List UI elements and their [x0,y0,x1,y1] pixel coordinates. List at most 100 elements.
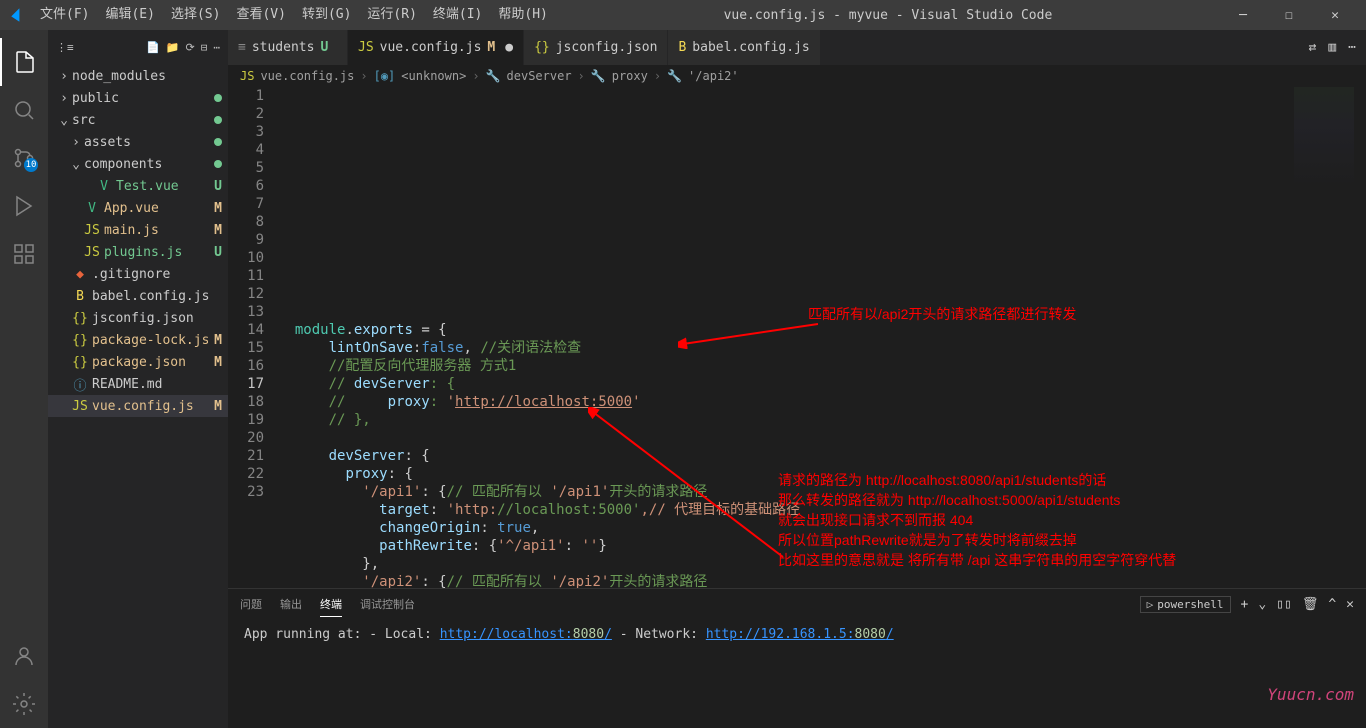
tab-students[interactable]: ≡studentsU [228,30,348,65]
scm-badge: 10 [24,158,38,172]
breadcrumb[interactable]: JS vue.config.js› [◉]<unknown>› 🔧devServ… [228,65,1366,87]
menu-bar: 文件(F) 编辑(E) 选择(S) 查看(V) 转到(G) 运行(R) 终端(I… [32,0,556,30]
extensions-icon[interactable] [0,230,48,278]
panel-tab-debug[interactable]: 调试控制台 [360,592,415,616]
annotation-text-b3: 就会出现接口请求不到而报 404 [778,511,973,529]
file-type-icon: ⓘ [72,375,88,394]
maximize-panel-icon[interactable]: ^ [1328,597,1336,612]
menu-terminal[interactable]: 终端(I) [425,0,490,30]
explorer-title-icon: ⋮≡ [56,41,74,54]
run-debug-icon[interactable] [0,182,48,230]
modified-dot-icon [214,116,222,124]
git-status: M [208,355,228,370]
file-package.json[interactable]: {}package.jsonM [48,351,228,373]
menu-go[interactable]: 转到(G) [294,0,359,30]
minimap[interactable] [1294,87,1354,187]
new-file-icon[interactable]: 📄 [146,41,160,54]
accounts-icon[interactable] [0,632,48,680]
git-status: U [208,245,228,260]
new-folder-icon[interactable]: 📁 [166,41,180,54]
split-terminal-icon[interactable]: ▯▯ [1276,597,1292,612]
modified-dot-icon[interactable]: ● [505,40,513,55]
refresh-icon[interactable]: ⟳ [186,41,195,54]
file-type-icon: JS [84,223,100,238]
terminal-output[interactable]: App running at: - Local: http://localhos… [228,619,1366,728]
more-actions-icon[interactable]: ⋯ [1348,40,1356,55]
file-README.md[interactable]: ⓘREADME.md [48,373,228,395]
modified-dot-icon [214,94,222,102]
file-plugins.js[interactable]: JSplugins.jsU [48,241,228,263]
menu-file[interactable]: 文件(F) [32,0,97,30]
modified-dot-icon [214,138,222,146]
panel-tab-output[interactable]: 输出 [280,592,302,616]
editor-area: ≡studentsUJSvue.config.jsM●{}jsconfig.js… [228,30,1366,728]
file-Test.vue[interactable]: VTest.vueU [48,175,228,197]
split-editor-icon[interactable]: ▥ [1328,40,1336,55]
file-tree: ›node_modules›public⌄src›assets⌄componen… [48,65,228,728]
close-button[interactable]: ✕ [1312,0,1358,30]
sidebar-header: ⋮≡ 📄 📁 ⟳ ⊟ ⋯ [48,30,228,65]
chevron-down-icon: ⌄ [56,113,72,128]
source-control-icon[interactable]: 10 [0,134,48,182]
modified-dot-icon [214,160,222,168]
terminal-dropdown-icon[interactable]: ⌄ [1258,597,1266,612]
chevron-right-icon: › [68,135,84,150]
menu-view[interactable]: 查看(V) [228,0,293,30]
settings-icon[interactable] [0,680,48,728]
editor-content[interactable]: 1234567891011121314151617181920212223 匹配… [228,87,1366,588]
compare-changes-icon[interactable]: ⇄ [1309,40,1317,55]
file-type-icon: B [72,289,88,304]
annotation-text-b5: 比如这里的意思就是 将所有带 /api 这串字符串的用空字符穿代替 [778,551,1176,569]
file-type-icon: JS [84,245,100,260]
file-App.vue[interactable]: VApp.vueM [48,197,228,219]
git-status: M [208,223,228,238]
folder-components[interactable]: ⌄components [48,153,228,175]
file-type-icon: V [84,201,100,216]
code-body[interactable]: 匹配所有以/api2开头的请求路径都进行转发 请求的路径为 http://loc… [278,87,1366,588]
terminal-shell-select[interactable]: ▷powershell [1140,596,1231,613]
file-type-icon: B [678,40,686,55]
more-icon[interactable]: ⋯ [213,41,220,54]
title-bar: 文件(F) 编辑(E) 选择(S) 查看(V) 转到(G) 运行(R) 终端(I… [0,0,1366,30]
search-icon[interactable] [0,86,48,134]
collapse-icon[interactable]: ⊟ [201,41,208,54]
git-status: M [208,399,228,414]
panel-tabs: 问题 输出 终端 调试控制台 ▷powershell + ⌄ ▯▯ 🗑 ^ ✕ [228,589,1366,619]
folder-node_modules[interactable]: ›node_modules [48,65,228,87]
annotation-text-1: 匹配所有以/api2开头的请求路径都进行转发 [808,305,1076,323]
panel-tab-terminal[interactable]: 终端 [320,592,342,617]
annotation-text-b2: 那么转发的路径就为 http://localhost:5000/api1/stu… [778,491,1120,509]
file-babel.config.js[interactable]: Bbabel.config.js [48,285,228,307]
menu-selection[interactable]: 选择(S) [163,0,228,30]
file-jsconfig.json[interactable]: {}jsconfig.json [48,307,228,329]
new-terminal-icon[interactable]: + [1241,597,1249,612]
file-main.js[interactable]: JSmain.jsM [48,219,228,241]
minimize-button[interactable]: ─ [1220,0,1266,30]
menu-edit[interactable]: 编辑(E) [97,0,162,30]
kill-terminal-icon[interactable]: 🗑 [1302,597,1319,612]
tab-babel.config.js[interactable]: Bbabel.config.js [668,30,820,65]
panel-tab-problems[interactable]: 问题 [240,592,262,616]
explorer-icon[interactable] [0,38,48,86]
menu-help[interactable]: 帮助(H) [490,0,555,30]
folder-src[interactable]: ⌄src [48,109,228,131]
maximize-button[interactable]: ☐ [1266,0,1312,30]
annotation-text-b4: 所以位置pathRewrite就是为了转发时将前缀去掉 [778,531,1077,549]
file-type-icon: {} [72,333,88,348]
close-panel-icon[interactable]: ✕ [1346,597,1354,612]
main-area: 10 ⋮≡ 📄 📁 ⟳ ⊟ ⋯ ›node_modules›public⌄src… [0,30,1366,728]
vscode-logo-icon [8,7,24,23]
tab-vue.config.js[interactable]: JSvue.config.jsM● [348,30,524,65]
tab-jsconfig.json[interactable]: {}jsconfig.json [524,30,668,65]
file-vue.config.js[interactable]: JSvue.config.jsM [48,395,228,417]
folder-public[interactable]: ›public [48,87,228,109]
git-status: M [208,333,228,348]
folder-assets[interactable]: ›assets [48,131,228,153]
annotation-arrow-1 [678,319,818,349]
file-.gitignore[interactable]: ◆.gitignore [48,263,228,285]
tabs-actions: ⇄ ▥ ⋯ [1299,30,1366,65]
file-package-lock.json[interactable]: {}package-lock.jsonM [48,329,228,351]
activity-bar: 10 [0,30,48,728]
chevron-right-icon: › [56,91,72,106]
menu-run[interactable]: 运行(R) [359,0,424,30]
